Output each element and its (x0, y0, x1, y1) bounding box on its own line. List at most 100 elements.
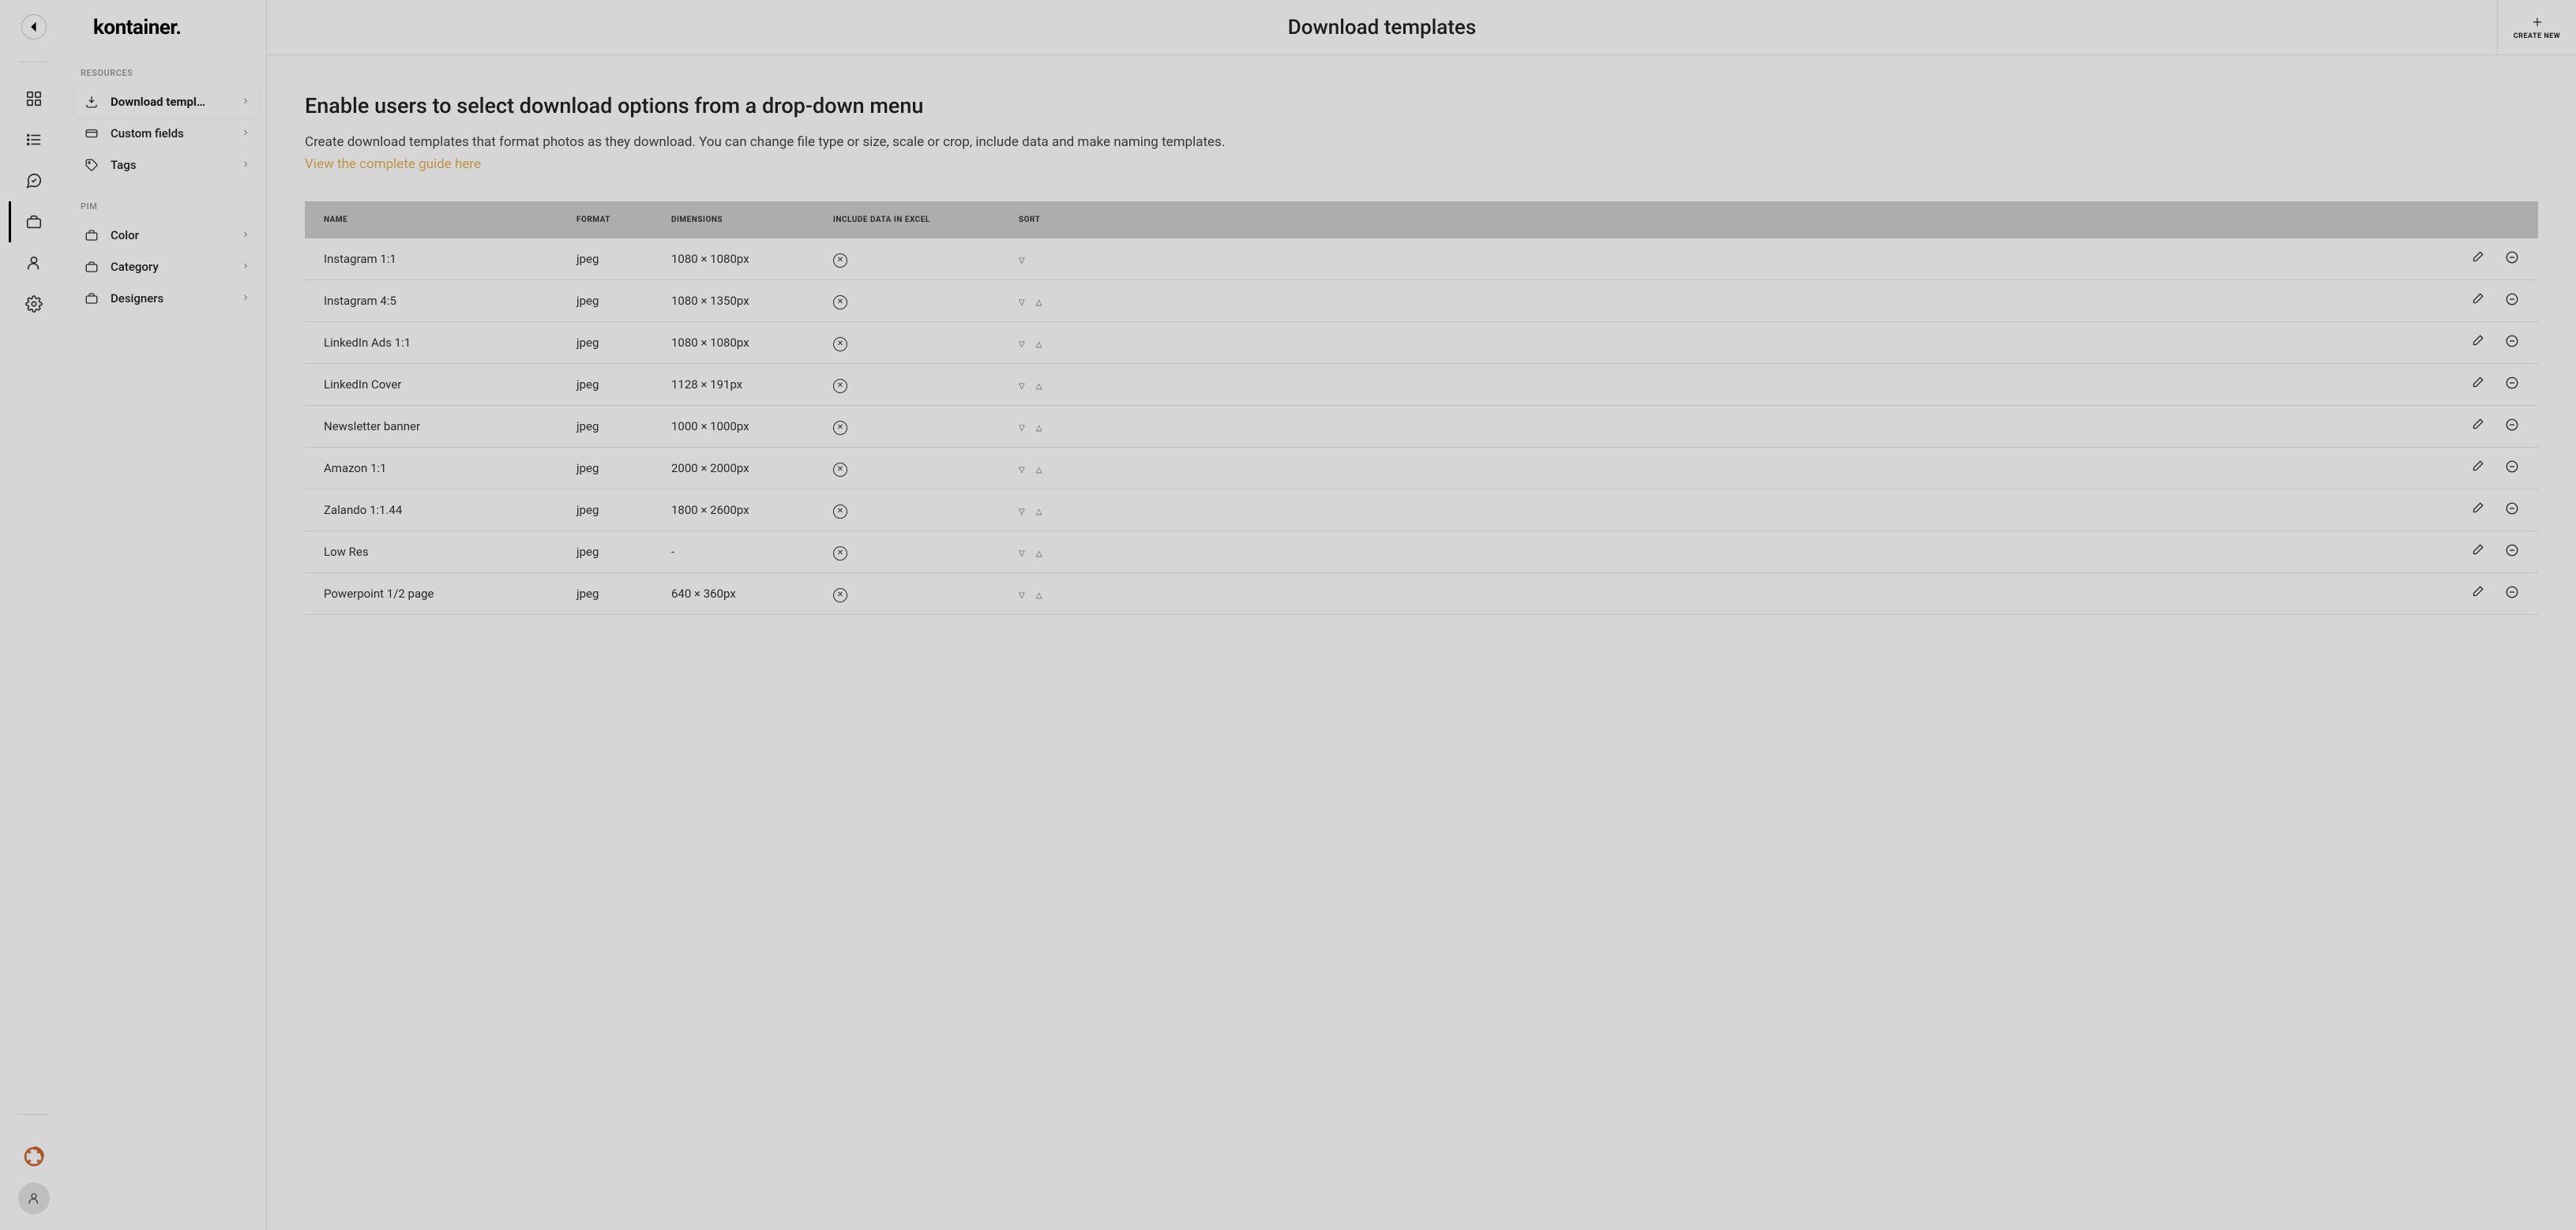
section-pim-label: PIM (74, 193, 260, 219)
sort-up-button[interactable]: △ (1036, 466, 1042, 474)
sort-down-button[interactable]: ▽ (1019, 257, 1025, 265)
delete-button[interactable] (2505, 501, 2519, 516)
delete-button[interactable] (2505, 418, 2519, 432)
edit-button[interactable] (2470, 543, 2484, 557)
sort-up-button[interactable]: △ (1036, 508, 1042, 516)
sort-down-button[interactable]: ▽ (1019, 591, 1025, 600)
nav-approve[interactable] (9, 160, 59, 201)
sidebar-item-category[interactable]: Category (74, 251, 260, 283)
download-icon (84, 94, 100, 110)
sort-up-button[interactable]: △ (1036, 591, 1042, 600)
nav-dashboard[interactable] (9, 78, 59, 119)
sort-down-button[interactable]: ▽ (1019, 466, 1025, 474)
cell-dimensions: 1080 × 1080px (652, 238, 814, 280)
exclude-excel-icon: ✕ (833, 253, 847, 268)
nav-settings[interactable] (9, 283, 59, 324)
cell-dimensions: 2000 × 2000px (652, 448, 814, 489)
cell-dimensions: 1080 × 1350px (652, 280, 814, 322)
cell-dimensions: - (652, 531, 814, 573)
table-row: Low Res jpeg - ✕ ▽ △ (305, 531, 2538, 573)
sort-up-button[interactable]: △ (1036, 340, 1042, 349)
chevron-right-icon (241, 158, 250, 172)
edit-button[interactable] (2470, 501, 2484, 516)
page-heading: Enable users to select download options … (305, 93, 2538, 118)
sidebar-item-label: Designers (111, 291, 163, 306)
edit-button[interactable] (2470, 585, 2484, 599)
sidebar-item-tags[interactable]: Tags (74, 149, 260, 181)
sort-down-button[interactable]: ▽ (1019, 340, 1025, 349)
cell-include-excel: ✕ (814, 364, 1000, 406)
edit-button[interactable] (2470, 459, 2484, 474)
cell-format: jpeg (558, 448, 652, 489)
exclude-excel-icon: ✕ (833, 463, 847, 477)
table-row: Instagram 1:1 jpeg 1080 × 1080px ✕ ▽ △ (305, 238, 2538, 280)
card-icon (84, 126, 100, 141)
cell-format: jpeg (558, 322, 652, 364)
edit-button[interactable] (2470, 292, 2484, 306)
table-row: Powerpoint 1/2 page jpeg 640 × 360px ✕ ▽… (305, 573, 2538, 615)
delete-button[interactable] (2505, 543, 2519, 557)
exclude-excel-icon: ✕ (833, 546, 847, 561)
chevron-right-icon (241, 126, 250, 141)
table-row: Newsletter banner jpeg 1000 × 1000px ✕ ▽… (305, 406, 2538, 448)
exclude-excel-icon: ✕ (833, 421, 847, 435)
delete-button[interactable] (2505, 585, 2519, 599)
nav-toolbox[interactable] (9, 201, 59, 242)
sidebar-item-custom-fields[interactable]: Custom fields (74, 118, 260, 149)
sort-down-button[interactable]: ▽ (1019, 508, 1025, 516)
cell-dimensions: 1080 × 1080px (652, 322, 814, 364)
cell-include-excel: ✕ (814, 322, 1000, 364)
cell-name: Zalando 1:1.44 (305, 489, 558, 531)
section-resources-label: RESOURCES (74, 60, 260, 86)
cell-include-excel: ✕ (814, 406, 1000, 448)
icon-rail (0, 0, 68, 1230)
sort-up-button[interactable]: △ (1036, 382, 1042, 391)
sort-down-button[interactable]: ▽ (1019, 298, 1025, 307)
cell-format: jpeg (558, 280, 652, 322)
page-description-text: Create download templates that format ph… (305, 134, 1225, 150)
create-new-button[interactable]: CREATE NEW (2497, 0, 2576, 54)
cell-name: Instagram 1:1 (305, 238, 558, 280)
edit-button[interactable] (2470, 418, 2484, 432)
templates-table: NAME FORMAT DIMENSIONS INCLUDE DATA IN E… (305, 201, 2538, 615)
sort-up-button[interactable]: △ (1036, 424, 1042, 433)
edit-button[interactable] (2470, 376, 2484, 390)
sort-down-button[interactable]: ▽ (1019, 382, 1025, 391)
logo: kontainer. (74, 16, 260, 60)
nav-users[interactable] (9, 242, 59, 283)
chevron-right-icon (241, 228, 250, 242)
sidebar-item-label: Custom fields (111, 126, 184, 141)
nav-list[interactable] (9, 119, 59, 160)
sort-down-button[interactable]: ▽ (1019, 549, 1025, 558)
cell-format: jpeg (558, 406, 652, 448)
delete-button[interactable] (2505, 334, 2519, 348)
profile-avatar[interactable] (18, 1183, 50, 1214)
sidebar-item-designers[interactable]: Designers (74, 283, 260, 314)
edit-button[interactable] (2470, 250, 2484, 264)
cell-dimensions: 1128 × 191px (652, 364, 814, 406)
sort-up-button[interactable]: △ (1036, 298, 1042, 307)
cell-format: jpeg (558, 238, 652, 280)
help-button[interactable] (24, 1146, 44, 1167)
cell-include-excel: ✕ (814, 238, 1000, 280)
delete-button[interactable] (2505, 292, 2519, 306)
edit-button[interactable] (2470, 334, 2484, 348)
cell-include-excel: ✕ (814, 489, 1000, 531)
delete-button[interactable] (2505, 250, 2519, 264)
cell-format: jpeg (558, 531, 652, 573)
delete-button[interactable] (2505, 459, 2519, 474)
cell-include-excel: ✕ (814, 280, 1000, 322)
cell-name: LinkedIn Cover (305, 364, 558, 406)
table-row: LinkedIn Ads 1:1 jpeg 1080 × 1080px ✕ ▽ … (305, 322, 2538, 364)
collapse-sidebar-button[interactable] (21, 14, 47, 39)
th-include-excel: INCLUDE DATA IN EXCEL (814, 201, 1000, 238)
table-row: Zalando 1:1.44 jpeg 1800 × 2600px ✕ ▽ △ (305, 489, 2538, 531)
sort-down-button[interactable]: ▽ (1019, 424, 1025, 433)
sidebar-item-color[interactable]: Color (74, 219, 260, 251)
guide-link[interactable]: View the complete guide here (305, 155, 2538, 175)
sidebar-item-download-templates[interactable]: Download templ… (74, 86, 260, 118)
sort-up-button[interactable]: △ (1036, 549, 1042, 558)
delete-button[interactable] (2505, 376, 2519, 390)
sidebar-item-label: Download templ… (111, 95, 205, 109)
cell-include-excel: ✕ (814, 531, 1000, 573)
